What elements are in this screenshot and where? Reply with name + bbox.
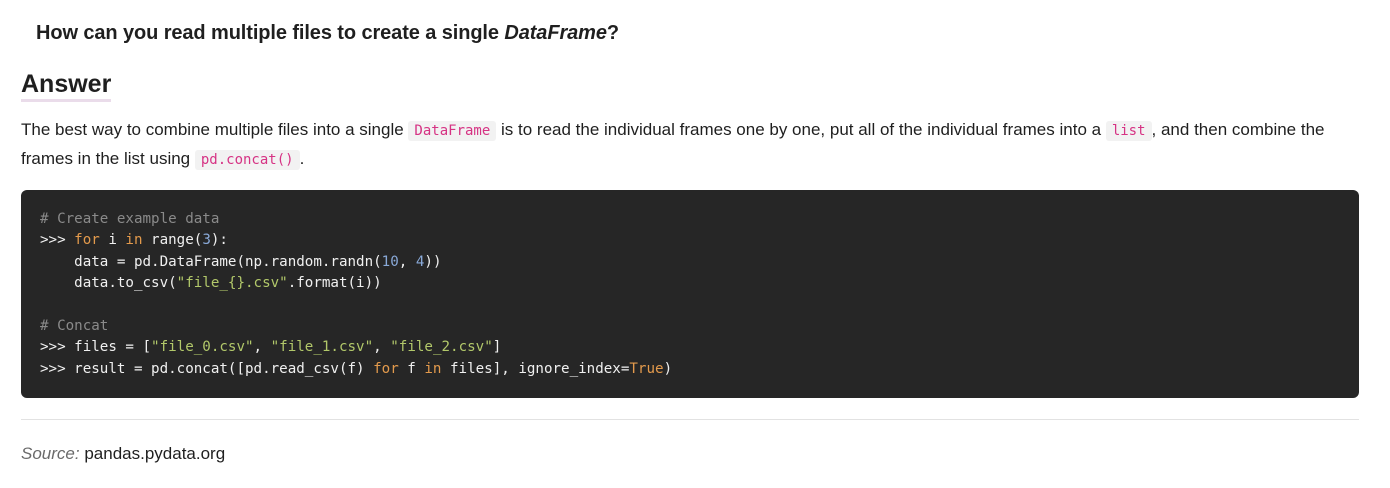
inline-code-dataframe: DataFrame [408,121,497,141]
paragraph-text-1: The best way to combine multiple files i… [21,120,409,139]
code-token-keyword: for [74,232,100,249]
code-token-number: 3 [202,232,211,249]
code-token-string: "file_0.csv" [151,339,254,356]
code-token-plain: >>> [40,232,75,249]
code-token-plain: )) [424,253,442,270]
code-token-plain: ) [663,360,673,377]
code-token-plain: f [398,360,425,377]
answer-heading: Answer [21,70,112,102]
code-token-plain: , [398,253,416,270]
answer-paragraph: The best way to combine multiple files i… [21,116,1361,174]
inline-code-concat: pd.concat() [194,150,300,170]
code-token-plain: i [99,232,126,249]
code-token-number: 10 [381,253,399,270]
divider [21,419,1359,420]
code-token-plain: data = pd.DataFrame(np.random.randn( [40,253,382,270]
code-line: # Concat [40,316,1359,337]
code-token-plain: , [373,339,391,356]
code-line: >>> files = ["file_0.csv", "file_1.csv",… [40,337,1359,358]
code-token-string: "file_1.csv" [270,339,374,356]
code-token-plain: files], ignore_index= [441,360,630,377]
paragraph-text-4: . [299,149,305,168]
code-token-plain: data.to_csv( [40,275,177,292]
code-line: data = pd.DataFrame(np.random.randn(10, … [40,252,1359,273]
source-label: Source: [21,444,80,463]
source-line: Source: pandas.pydata.org [21,444,225,464]
code-token-keyword: in [424,360,442,377]
question-prefix: How can you read multiple files to creat… [36,22,505,44]
question-heading: How can you read multiple files to creat… [36,22,619,45]
source-value: pandas.pydata.org [84,444,226,463]
code-token-keyword: in [125,232,143,249]
code-token-plain: ] [492,339,502,356]
code-token-string: "file_2.csv" [390,339,493,356]
question-emphasis: DataFrame [504,22,607,44]
question-suffix: ? [606,22,619,44]
code-line: >>> for i in range(3): [40,230,1359,251]
code-line: data.to_csv("file_{}.csv".format(i)) [40,273,1359,294]
code-token-comment: # Concat [40,317,109,334]
inline-code-list: list [1105,121,1152,141]
code-token-keyword: True [629,360,664,377]
code-token-plain: , [253,339,271,356]
code-block: # Create example data >>> for i in range(… [21,190,1359,398]
code-token-keyword: for [373,360,399,377]
code-token-plain: ): [210,232,228,249]
code-token-plain: >>> files = [ [40,339,152,356]
code-token-string: "file_{}.csv" [176,275,288,292]
code-line: >>> result = pd.concat([pd.read_csv(f) f… [40,359,1359,380]
code-token-plain: .format(i)) [287,275,382,292]
code-token-plain: range( [142,232,203,249]
code-line: # Create example data [40,209,1359,230]
paragraph-text-2: is to read the individual frames one by … [496,120,1106,139]
code-token-comment: # Create example data [40,211,220,227]
code-token-plain: >>> result = pd.concat([pd.read_csv(f) [40,360,374,377]
